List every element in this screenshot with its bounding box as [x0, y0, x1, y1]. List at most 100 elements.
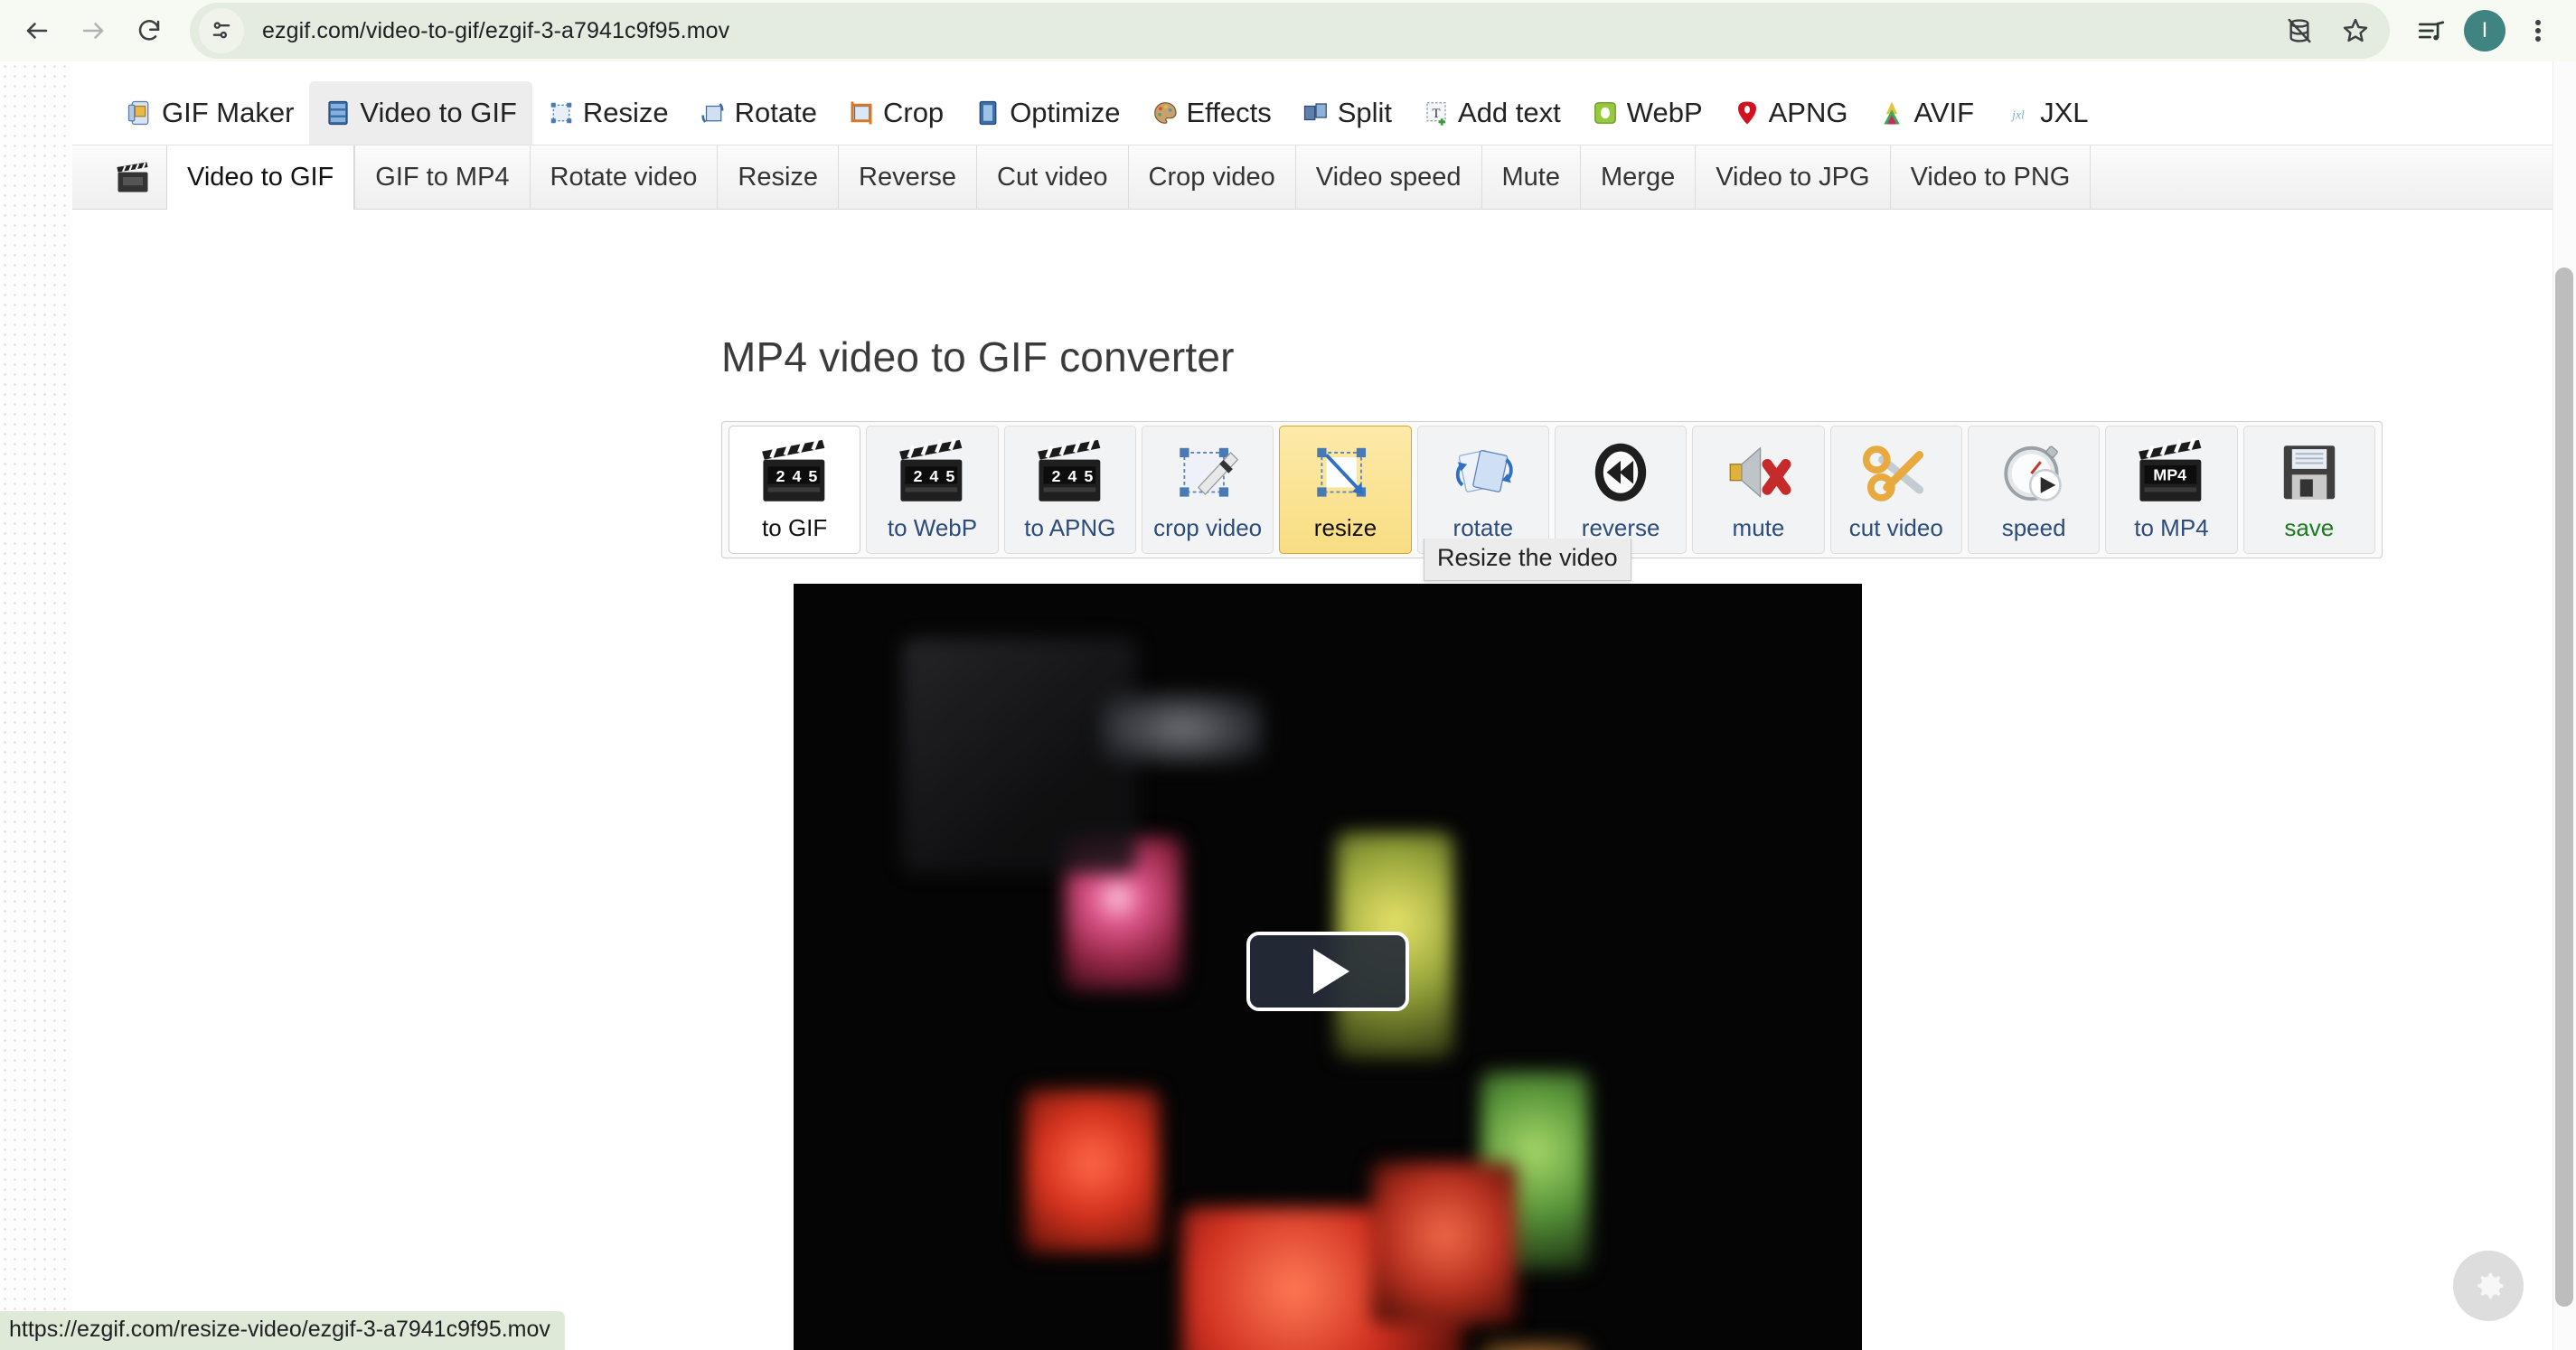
reload-button[interactable] — [121, 3, 177, 59]
apng-icon — [1737, 101, 1756, 125]
crop-pen-icon — [1180, 447, 1239, 497]
tool-to-webp[interactable]: 2 4 5 to WebP — [866, 426, 999, 554]
tool-to-apng[interactable]: 2 4 5 to APNG — [1003, 426, 1136, 554]
subtab-mute[interactable]: Mute — [1481, 145, 1580, 209]
subtab-reverse[interactable]: Reverse — [838, 145, 976, 209]
nav-item-resize[interactable]: Resize — [532, 81, 684, 145]
nav-item-apng[interactable]: APNG — [1718, 81, 1864, 145]
palette-icon — [1153, 102, 1177, 124]
bookmark-button[interactable] — [2330, 5, 2381, 56]
browser-toolbar: ezgif.com/video-to-gif/ezgif-3-a7941c9f9… — [0, 0, 2576, 61]
settings-fab-button[interactable] — [2453, 1251, 2524, 1321]
nav-label: GIF Maker — [162, 97, 295, 128]
page-content: GIF Maker Video to GIF Resize Rotate Cro… — [72, 61, 2552, 1350]
page-viewport: GIF Maker Video to GIF Resize Rotate Cro… — [0, 61, 2576, 1350]
page-scrollbar-thumb[interactable] — [2555, 267, 2573, 1307]
sub-navigation: Video to GIF GIF to MP4 Rotate video Res… — [72, 145, 2552, 210]
lantern-glow — [1481, 1343, 1589, 1350]
rewind-icon — [1594, 443, 1647, 502]
nav-item-split[interactable]: Split — [1287, 81, 1407, 145]
nav-item-effects[interactable]: Effects — [1136, 81, 1287, 145]
subtab-merge[interactable]: Merge — [1580, 145, 1695, 209]
main-navigation: GIF Maker Video to GIF Resize Rotate Cro… — [111, 81, 2104, 145]
svg-text:5: 5 — [809, 467, 818, 485]
tool-to-mp4[interactable]: MP4 to MP4 — [2105, 426, 2238, 554]
nav-item-rotate[interactable]: Rotate — [684, 81, 832, 145]
nav-label: Effects — [1186, 97, 1272, 128]
address-bar[interactable]: ezgif.com/video-to-gif/ezgif-3-a7941c9f9… — [190, 3, 2390, 59]
tool-label: mute — [1732, 514, 1785, 541]
page-background-pattern-left — [0, 61, 72, 1350]
nav-item-gif-maker[interactable]: GIF Maker — [111, 81, 309, 145]
subtab-gif-to-mp4[interactable]: GIF to MP4 — [354, 145, 529, 209]
browser-menu-button[interactable] — [2513, 5, 2563, 56]
tool-label: to APNG — [1024, 514, 1116, 541]
reload-icon — [138, 20, 160, 41]
tool-label: cut video — [1848, 514, 1943, 541]
nav-item-webp[interactable]: WebP — [1576, 81, 1718, 145]
clapper-245-icon: 2 4 5 — [1037, 438, 1101, 502]
svg-text:4: 4 — [1067, 467, 1076, 485]
jxl-icon: jxl — [2010, 108, 2025, 121]
tool-mute[interactable]: mute — [1692, 426, 1825, 554]
video-player[interactable] — [794, 584, 1862, 1350]
nav-item-optimize[interactable]: Optimize — [959, 81, 1135, 145]
tool-to-gif[interactable]: 2 4 5 to GIF — [729, 426, 861, 554]
svg-text:2: 2 — [1051, 467, 1060, 485]
speaker-mute-icon — [1730, 446, 1791, 499]
nav-label: Resize — [582, 97, 669, 128]
tool-cut-video[interactable]: cut video — [1829, 426, 1962, 554]
nav-label: Video to GIF — [360, 97, 517, 128]
scissors-icon — [1862, 445, 1923, 502]
page-scrollbar-track[interactable] — [2552, 61, 2576, 1350]
clapper-mp4-icon: MP4 — [2139, 438, 2202, 502]
gif-maker-icon — [127, 100, 149, 126]
tool-rotate[interactable]: rotate — [1416, 426, 1549, 554]
subtab-video-to-png[interactable]: Video to PNG — [1889, 145, 2091, 209]
tool-crop-video[interactable]: crop video — [1141, 426, 1274, 554]
subtab-rotate-video[interactable]: Rotate video — [529, 145, 718, 209]
tool-resize[interactable]: resize — [1279, 426, 1412, 554]
svg-text:4: 4 — [793, 467, 802, 485]
play-button[interactable] — [1246, 932, 1409, 1011]
avif-icon — [1884, 101, 1901, 125]
site-settings-button[interactable] — [199, 8, 244, 53]
tool-label: resize — [1313, 514, 1377, 541]
back-button[interactable] — [9, 3, 65, 59]
svg-text:5: 5 — [1084, 467, 1093, 485]
subtab-cut-video[interactable]: Cut video — [976, 145, 1128, 209]
subtab-video-to-gif[interactable]: Video to GIF — [166, 145, 355, 210]
tool-label: to WebP — [887, 514, 978, 541]
nav-item-video-to-gif[interactable]: Video to GIF — [309, 81, 532, 145]
nav-item-avif[interactable]: AVIF — [1863, 81, 1989, 145]
subtab-crop-video[interactable]: Crop video — [1127, 145, 1295, 209]
subtab-video-to-jpg[interactable]: Video to JPG — [1695, 145, 1889, 209]
wall-light — [1101, 692, 1264, 764]
media-control-button[interactable] — [2406, 5, 2457, 56]
tooltip: Resize the video — [1424, 539, 1631, 581]
subtab-resize[interactable]: Resize — [717, 145, 838, 209]
tool-speed[interactable]: speed — [1967, 426, 2101, 554]
gear-icon — [2477, 1272, 2504, 1299]
tool-label: to GIF — [762, 514, 828, 541]
tool-label: save — [2284, 514, 2335, 541]
nav-item-add-text[interactable]: T Add text — [1407, 81, 1576, 145]
avatar[interactable]: I — [2464, 10, 2505, 52]
svg-text:4: 4 — [930, 467, 939, 485]
forward-button[interactable] — [65, 3, 121, 59]
tool-save[interactable]: save — [2242, 426, 2375, 554]
clapper-245-icon: 2 4 5 — [899, 438, 963, 502]
rotate-icon — [701, 103, 724, 123]
back-arrow-icon — [26, 23, 48, 39]
nav-label: WebP — [1626, 97, 1703, 128]
subnav-logo[interactable] — [99, 145, 166, 209]
subtab-video-speed[interactable]: Video speed — [1294, 145, 1481, 209]
tool-reverse[interactable]: reverse — [1554, 426, 1688, 554]
nav-item-jxl[interactable]: jxl JXL — [1989, 81, 2103, 145]
nav-label: Rotate — [734, 97, 817, 128]
nav-item-crop[interactable]: Crop — [832, 81, 959, 145]
tool-label: speed — [2001, 514, 2066, 541]
split-icon — [1303, 103, 1327, 121]
cast-button[interactable] — [2274, 5, 2325, 56]
url-text: ezgif.com/video-to-gif/ezgif-3-a7941c9f9… — [262, 17, 730, 43]
